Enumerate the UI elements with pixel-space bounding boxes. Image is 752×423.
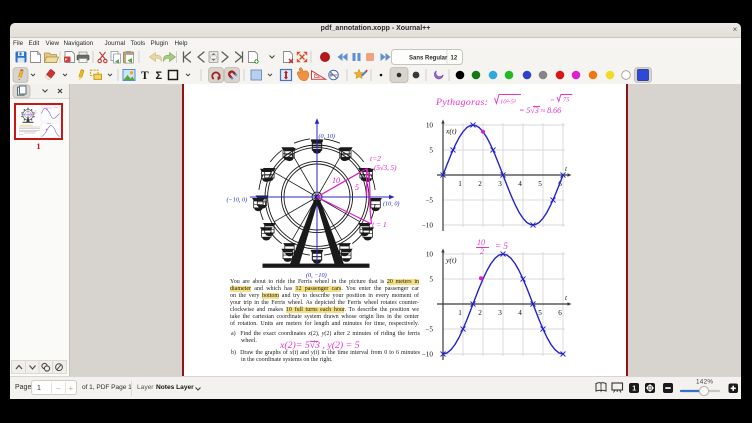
svg-text:Pythagoras:: Pythagoras: [435, 97, 488, 108]
svg-text:x(t): x(t) [445, 127, 457, 136]
svg-text:75: 75 [563, 97, 570, 104]
svg-text:3: 3 [498, 309, 502, 317]
svg-text:= 5√3 ≈ 8.66: = 5√3 ≈ 8.66 [519, 106, 561, 115]
svg-text:(10, 0): (10, 0) [383, 201, 400, 208]
svg-text:142%: 142% [696, 378, 713, 385]
svg-text:4: 4 [518, 180, 522, 188]
svg-text:(0, 10): (0, 10) [319, 133, 336, 140]
svg-text:y(t): y(t) [445, 256, 457, 265]
svg-text:−10: −10 [422, 351, 434, 359]
svg-text:10: 10 [477, 238, 485, 247]
svg-text:= 5: = 5 [495, 241, 508, 251]
svg-text:(5√3, 5): (5√3, 5) [374, 164, 397, 172]
svg-text:10: 10 [426, 251, 434, 259]
svg-text:2: 2 [478, 309, 482, 317]
svg-text:−10: −10 [422, 222, 434, 230]
svg-text:1: 1 [458, 180, 462, 188]
svg-text:−5: −5 [425, 326, 433, 334]
svg-text:t: t [565, 165, 568, 173]
svg-text:2: 2 [478, 180, 482, 188]
svg-text:5: 5 [429, 147, 433, 155]
svg-text:t=2: t=2 [370, 154, 381, 163]
svg-text:10: 10 [426, 122, 434, 130]
svg-text:10: 10 [332, 176, 340, 185]
svg-text:10²-5²: 10²-5² [500, 99, 517, 106]
svg-text:2: 2 [480, 247, 484, 256]
svg-text:−5: −5 [425, 197, 433, 205]
svg-text:5: 5 [355, 183, 359, 192]
svg-text:6: 6 [558, 309, 562, 317]
svg-text:4: 4 [518, 309, 522, 317]
svg-text:t: t [565, 294, 568, 302]
svg-text:5: 5 [538, 309, 542, 317]
svg-text:1: 1 [632, 385, 636, 392]
svg-text:5: 5 [538, 180, 542, 188]
svg-text:1: 1 [458, 309, 462, 317]
svg-text:5: 5 [429, 276, 433, 284]
svg-text:Σ: Σ [156, 70, 163, 82]
svg-text:t = 1: t = 1 [372, 220, 387, 229]
svg-text:=: = [550, 97, 555, 105]
svg-text:T: T [141, 70, 149, 82]
svg-text:3: 3 [498, 180, 502, 188]
svg-text:P: P [65, 57, 68, 62]
svg-text:Sans Regular: Sans Regular [409, 56, 448, 62]
svg-text:(−10, 0): (−10, 0) [227, 197, 248, 204]
svg-text:12: 12 [451, 56, 458, 62]
